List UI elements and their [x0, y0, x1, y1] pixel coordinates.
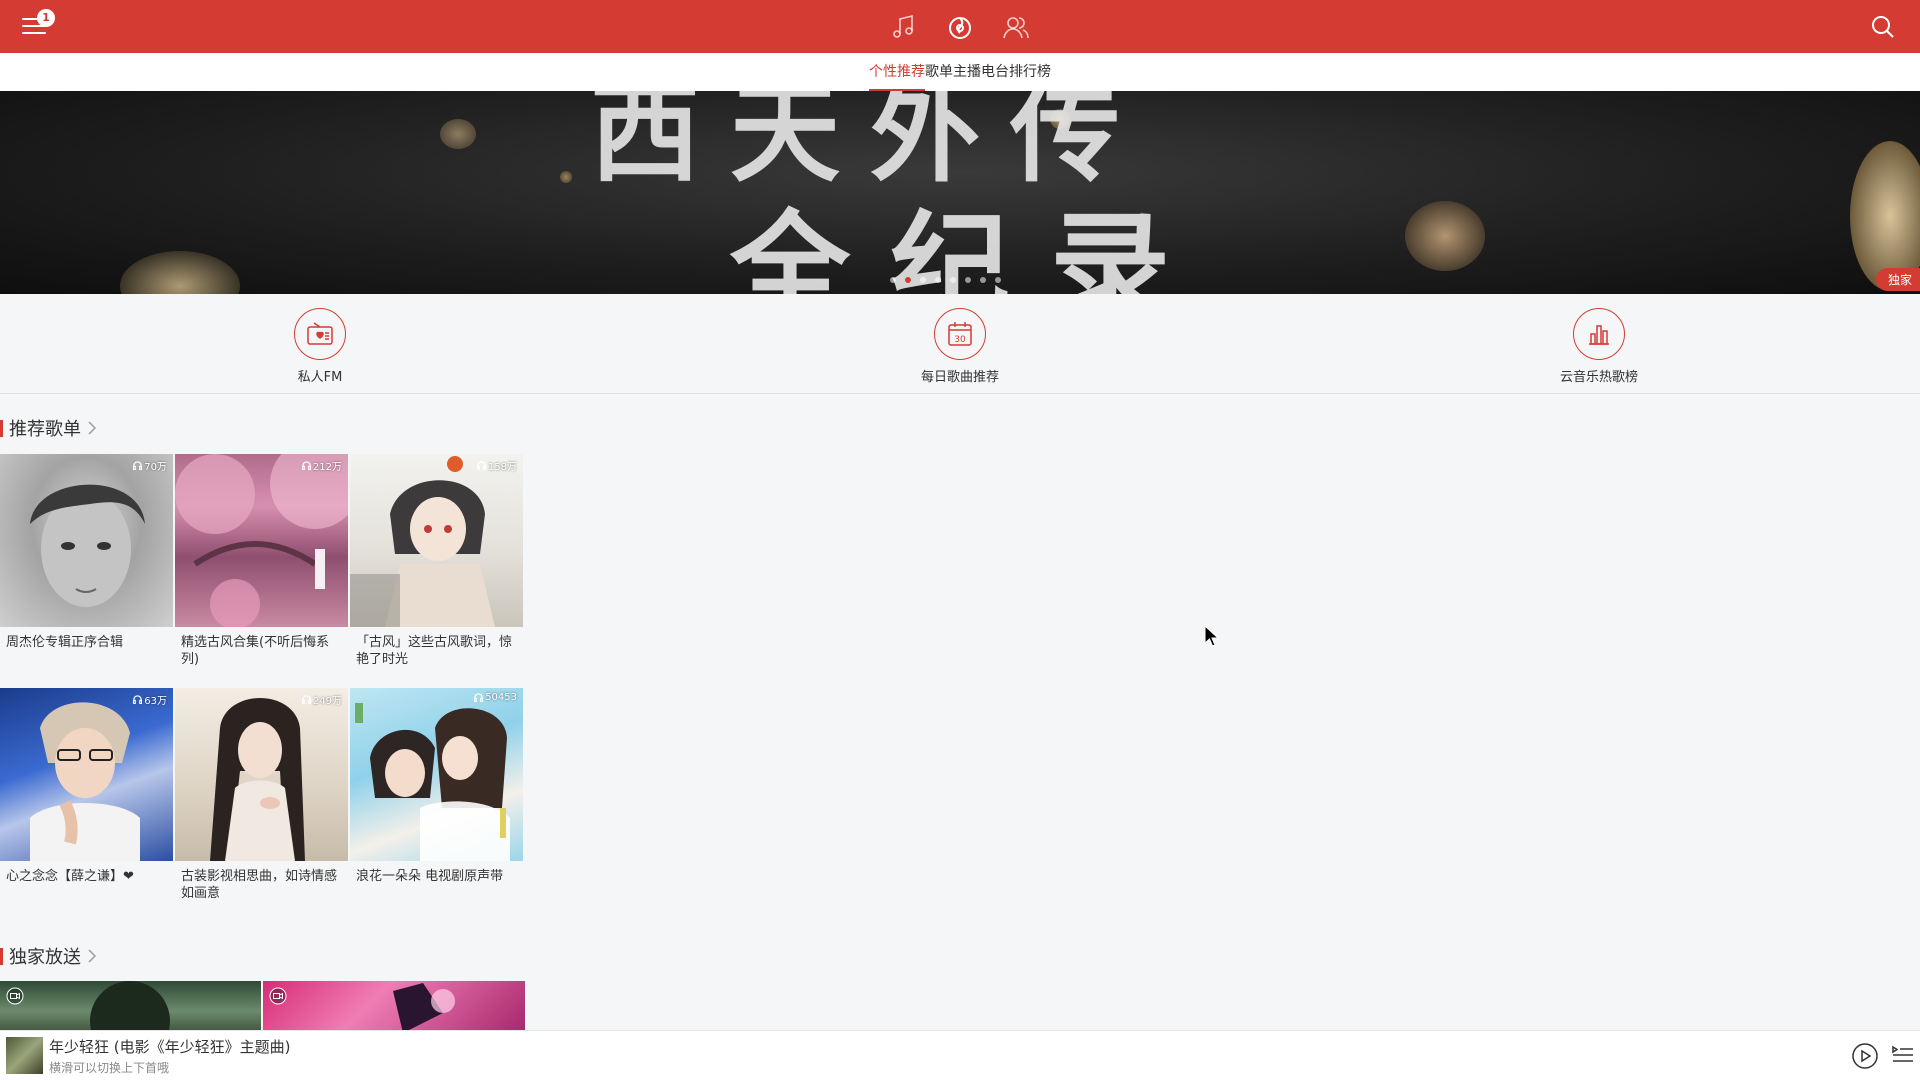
carousel-dot[interactable] — [890, 277, 896, 283]
playlist-card[interactable]: 63万 心之念念【薛之谦】❤ — [0, 688, 173, 901]
playlist-cover: 50453 — [350, 688, 523, 861]
exclusive-card[interactable] — [263, 981, 525, 1030]
tab-bar: 个性推荐 歌单 主播电台 排行榜 — [0, 53, 1920, 91]
quick-entry-label: 私人FM — [297, 370, 343, 385]
now-playing-hint: 横滑可以切换上下首哦 — [49, 1061, 170, 1075]
playlist-cover: 63万 — [0, 688, 173, 861]
section-title: 独家放送 — [9, 947, 81, 968]
section-accent-bar — [0, 947, 3, 965]
carousel-indicator — [890, 277, 1001, 283]
play-count: 63万 — [133, 692, 167, 707]
playlist-queue-icon[interactable] — [1892, 1045, 1914, 1065]
playlist-title: 精选古风合集(不听后悔系列) — [181, 635, 330, 667]
playlist-cover: 212万 — [175, 454, 348, 627]
tab-playlists[interactable]: 歌单 — [925, 53, 953, 91]
search-icon[interactable] — [1870, 14, 1896, 40]
tab-radio[interactable]: 主播电台 — [953, 53, 1009, 91]
radio-heart-icon — [307, 322, 333, 345]
playlist-title: 浪花一朵朵 电视剧原声带 — [356, 869, 504, 884]
quick-entry-label: 云音乐热歌榜 — [1559, 370, 1638, 385]
headphones-icon — [301, 461, 311, 470]
section-title: 推荐歌单 — [9, 419, 81, 440]
banner-carousel[interactable]: 西天外传 全纪录 独家 — [0, 91, 1920, 294]
notification-badge: 1 — [37, 9, 55, 27]
tab-personal-recommend[interactable]: 个性推荐 — [869, 53, 925, 91]
section-accent-bar — [0, 419, 3, 437]
headphones-icon — [133, 695, 143, 704]
playlist-cover: 158万 — [350, 454, 523, 627]
section-header-recommended[interactable]: 推荐歌单 — [0, 416, 97, 440]
headphones-icon — [476, 461, 486, 470]
play-count: 50453 — [474, 692, 517, 703]
play-count-value: 158万 — [487, 462, 517, 473]
section-header-exclusive[interactable]: 独家放送 — [0, 944, 97, 968]
music-note-icon[interactable] — [890, 13, 918, 41]
quick-entry-daily-songs[interactable]: 30 每日歌曲推荐 — [890, 308, 1030, 385]
quick-entry-hot-chart[interactable]: 云音乐热歌榜 — [1529, 308, 1669, 385]
carousel-dot[interactable] — [965, 277, 971, 283]
headphones-icon — [301, 695, 311, 704]
play-count: 70万 — [133, 458, 167, 473]
play-count: 212万 — [301, 458, 342, 473]
tab-charts[interactable]: 排行榜 — [1009, 53, 1051, 91]
playlist-card[interactable]: 212万 精选古风合集(不听后悔系列) — [175, 454, 348, 667]
playlist-card[interactable]: 158万 「古风」这些古风歌词，惊艳了时光 — [350, 454, 523, 667]
play-count-value: 212万 — [312, 462, 342, 473]
headphones-icon — [474, 693, 484, 702]
now-playing-cover[interactable] — [6, 1037, 43, 1074]
friends-icon[interactable] — [1002, 13, 1030, 41]
quick-entries: 私人FM 30 每日歌曲推荐 云音乐热歌榜 — [0, 294, 1920, 394]
playlist-title: 古装影视相思曲，如诗情感如画意 — [181, 869, 338, 901]
play-count-value: 63万 — [144, 696, 167, 707]
playlist-title: 「古风」这些古风歌词，惊艳了时光 — [356, 635, 513, 667]
svg-text:30: 30 — [954, 335, 966, 345]
quick-entry-label: 每日歌曲推荐 — [920, 370, 999, 385]
play-icon[interactable] — [1852, 1043, 1878, 1069]
playlist-cover: 249万 — [175, 688, 348, 861]
carousel-dot[interactable] — [995, 277, 1001, 283]
bar-chart-icon — [1589, 325, 1609, 345]
playlist-title: 周杰伦专辑正序合辑 — [6, 635, 124, 650]
carousel-dot[interactable] — [920, 277, 926, 283]
playlist-cover: 70万 — [0, 454, 173, 627]
carousel-dot[interactable] — [950, 277, 956, 283]
playlist-title: 心之念念【薛之谦】❤ — [6, 869, 134, 884]
chevron-right-icon — [88, 421, 96, 435]
top-bar: 1 — [0, 0, 1920, 53]
discover-icon[interactable] — [946, 13, 974, 41]
headphones-icon — [133, 461, 143, 470]
exclusive-badge: 独家 — [1875, 268, 1920, 291]
playlist-card[interactable]: 70万 周杰伦专辑正序合辑 — [0, 454, 173, 667]
exclusive-card[interactable] — [0, 981, 261, 1030]
carousel-dot[interactable] — [935, 277, 941, 283]
chevron-right-icon — [88, 949, 96, 963]
quick-entry-personal-fm[interactable]: 私人FM — [250, 308, 390, 385]
play-count-value: 249万 — [312, 696, 342, 707]
mouse-cursor-icon — [1204, 625, 1220, 647]
mini-player[interactable]: 年少轻狂 (电影《年少轻狂》主题曲) 横滑可以切换上下首哦 — [0, 1030, 1920, 1080]
play-count-value: 50453 — [485, 692, 517, 703]
now-playing-title: 年少轻狂 (电影《年少轻狂》主题曲) — [49, 1038, 291, 1056]
play-count: 158万 — [476, 458, 517, 473]
video-icon — [269, 987, 287, 1005]
play-count: 249万 — [301, 692, 342, 707]
carousel-dot[interactable] — [980, 277, 986, 283]
video-icon — [6, 987, 24, 1005]
calendar-30-icon: 30 — [948, 322, 972, 346]
banner-subheadline: 全纪录 — [730, 200, 1210, 294]
play-count-value: 70万 — [144, 462, 167, 473]
playlist-card[interactable]: 50453 浪花一朵朵 电视剧原声带 — [350, 688, 523, 901]
carousel-dot-active[interactable] — [905, 277, 911, 283]
playlist-card[interactable]: 249万 古装影视相思曲，如诗情感如画意 — [175, 688, 348, 901]
